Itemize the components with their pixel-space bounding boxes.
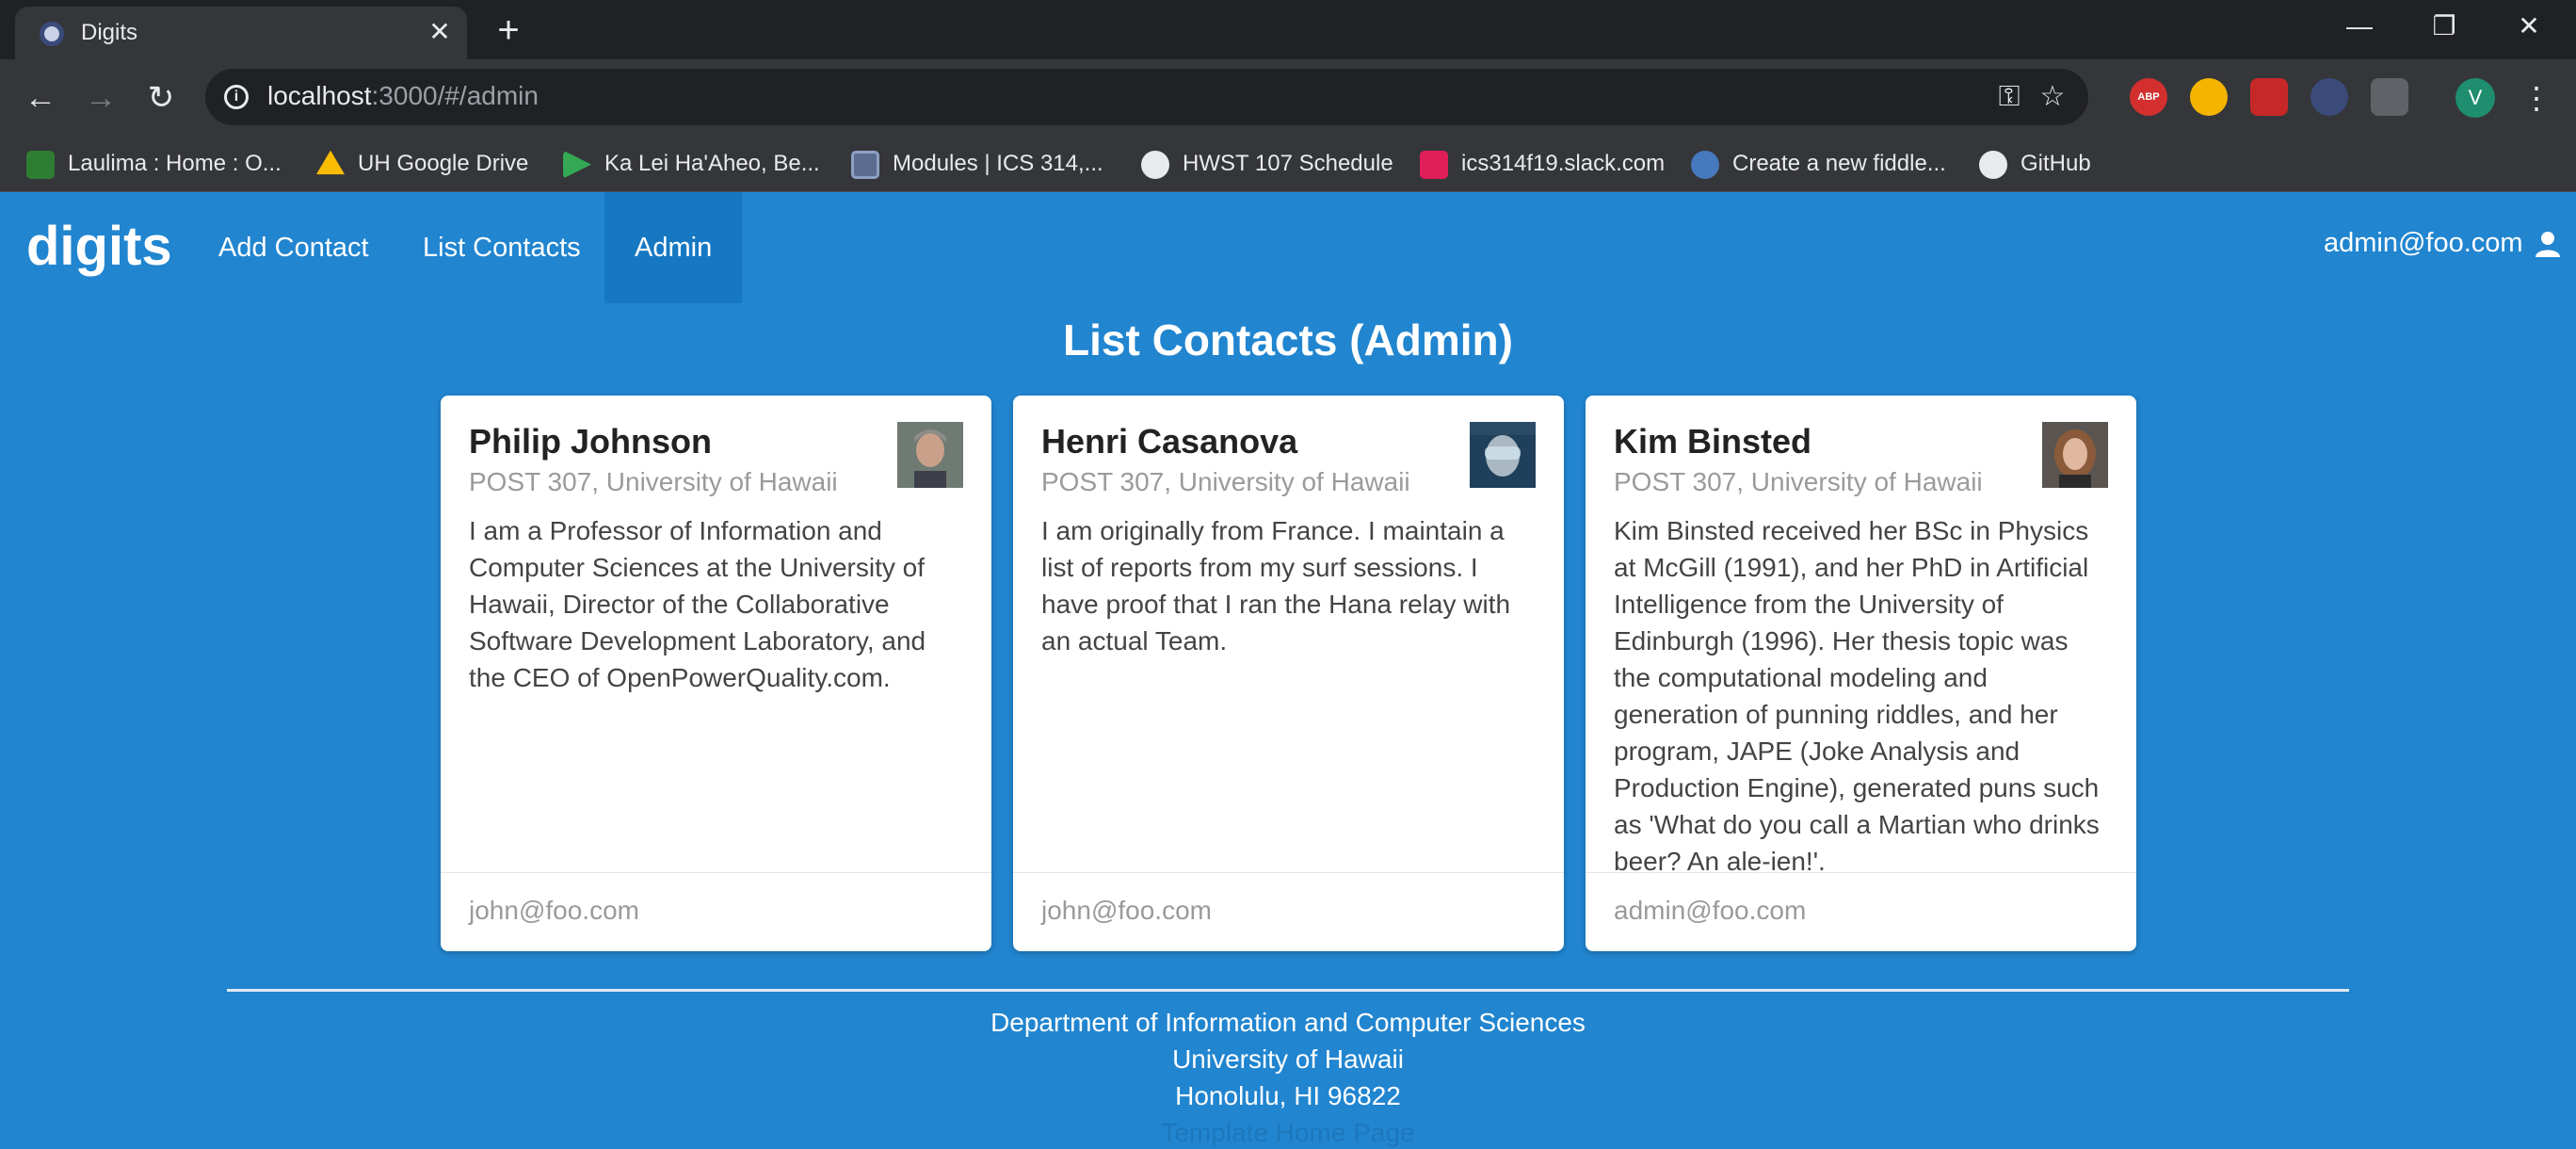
eyedropper-extension-icon[interactable]: [2371, 78, 2408, 116]
key-icon[interactable]: ⚿: [1992, 80, 2026, 114]
page-title: List Contacts (Admin): [1063, 316, 1513, 364]
browser-tab[interactable]: Digits ✕: [15, 7, 467, 59]
bookmark-laulima[interactable]: Laulima : Home : O...: [26, 145, 282, 183]
forward-icon[interactable]: →: [79, 76, 122, 120]
jsfiddle-icon: [1691, 150, 1719, 179]
profile-avatar[interactable]: V: [2455, 78, 2495, 118]
card-footer: john@foo.com: [441, 872, 991, 951]
bookmarks-bar: Laulima : Home : O... UH Google Drive Ka…: [0, 136, 2576, 192]
contact-card: Kim Binsted POST 307, University of Hawa…: [1586, 396, 2136, 951]
contact-photo: [2042, 422, 2108, 488]
restore-icon[interactable]: ❐: [2416, 8, 2472, 45]
contact-description: I am originally from France. I maintain …: [1041, 516, 1511, 655]
browser-menu-icon[interactable]: ⋮: [2521, 78, 2552, 118]
slack-icon: [1420, 150, 1448, 179]
chrome-extension-icon[interactable]: [2190, 78, 2228, 116]
page-content: digits Add Contact List Contacts Admin a…: [0, 192, 2576, 1149]
modules-icon: [851, 150, 879, 179]
reload-icon[interactable]: ↻: [139, 76, 183, 120]
bookmark-slack[interactable]: ics314f19.slack.com: [1420, 145, 1665, 183]
bookmark-github[interactable]: GitHub: [1979, 145, 2091, 183]
meteor-devtools-icon[interactable]: [2310, 78, 2348, 116]
window-close-icon[interactable]: ✕: [2501, 8, 2557, 45]
contact-name: Henri Casanova: [1041, 422, 1298, 461]
contact-description: I am a Professor of Information and Comp…: [469, 516, 926, 692]
card-footer: admin@foo.com: [1586, 872, 2136, 951]
bookmark-hwst-107[interactable]: HWST 107 Schedule: [1141, 145, 1393, 183]
contact-owner: john@foo.com: [469, 896, 639, 925]
url-text[interactable]: localhost:3000/#/admin: [267, 81, 539, 111]
footer: Department of Information and Computer S…: [0, 1004, 2576, 1149]
address-bar[interactable]: i localhost:3000/#/admin ⚿ ☆: [205, 69, 2088, 125]
contact-name: Philip Johnson: [469, 422, 712, 461]
user-email: admin@foo.com: [2324, 228, 2523, 258]
star-icon[interactable]: ☆: [2036, 80, 2069, 114]
google-play-icon: [563, 150, 591, 179]
contact-address: POST 307, University of Hawaii: [1614, 467, 1983, 496]
user-dropdown[interactable]: admin@foo.com: [2324, 228, 2561, 259]
contact-card: Henri Casanova POST 307, University of H…: [1013, 396, 1564, 951]
footer-divider: [227, 989, 2349, 992]
contact-card: Philip Johnson POST 307, University of H…: [441, 396, 991, 951]
contact-description: Kim Binsted received her BSc in Physics …: [1614, 516, 2100, 876]
nav-list-contacts[interactable]: List Contacts: [393, 192, 611, 303]
site-info-icon[interactable]: i: [224, 85, 249, 109]
laulima-icon: [26, 150, 55, 179]
contact-address: POST 307, University of Hawaii: [469, 467, 838, 496]
footer-university: University of Hawaii: [1172, 1044, 1404, 1074]
nav-add-contact[interactable]: Add Contact: [188, 192, 399, 303]
contact-owner: john@foo.com: [1041, 896, 1212, 925]
footer-address: Honolulu, HI 96822: [1175, 1081, 1401, 1110]
footer-department: Department of Information and Computer S…: [990, 1008, 1586, 1037]
close-tab-icon[interactable]: ✕: [424, 16, 456, 48]
adblock-plus-icon[interactable]: ABP: [2130, 78, 2167, 116]
google-drive-icon: [316, 150, 345, 175]
footer-template-link[interactable]: Template Home Page: [0, 1114, 2576, 1149]
meteor-favicon-icon: [40, 22, 64, 46]
back-icon[interactable]: ←: [19, 76, 62, 120]
brand-logo[interactable]: digits: [26, 215, 172, 278]
bookmark-modules-ics314[interactable]: Modules | ICS 314,...: [851, 145, 1103, 183]
bookmark-ka-lei-haaheo[interactable]: Ka Lei Ha'Aheo, Be...: [563, 145, 820, 183]
contact-name: Kim Binsted: [1614, 422, 1812, 461]
contact-photo: [1470, 422, 1536, 488]
globe-icon: [1141, 150, 1169, 179]
user-icon: [2535, 232, 2560, 258]
browser-toolbar: ← → ↻ i localhost:3000/#/admin ⚿ ☆ ABP V…: [0, 59, 2576, 136]
browser-tab-bar: Digits ✕ + — ❐ ✕: [0, 0, 2576, 59]
minimize-icon[interactable]: —: [2331, 8, 2388, 45]
tab-title: Digits: [81, 20, 138, 45]
card-footer: john@foo.com: [1013, 872, 1564, 951]
contact-owner: admin@foo.com: [1614, 896, 1807, 925]
github-icon: [1979, 150, 2007, 179]
top-menu: digits Add Contact List Contacts Admin a…: [0, 192, 2576, 303]
bookmark-uh-google-drive[interactable]: UH Google Drive: [316, 145, 528, 183]
extension-red-icon[interactable]: [2250, 78, 2288, 116]
contact-address: POST 307, University of Hawaii: [1041, 467, 1410, 496]
contact-photo: [897, 422, 963, 488]
new-tab-icon[interactable]: +: [490, 9, 527, 51]
bookmark-jsfiddle[interactable]: Create a new fiddle...: [1691, 145, 1946, 183]
nav-admin[interactable]: Admin: [604, 192, 743, 303]
